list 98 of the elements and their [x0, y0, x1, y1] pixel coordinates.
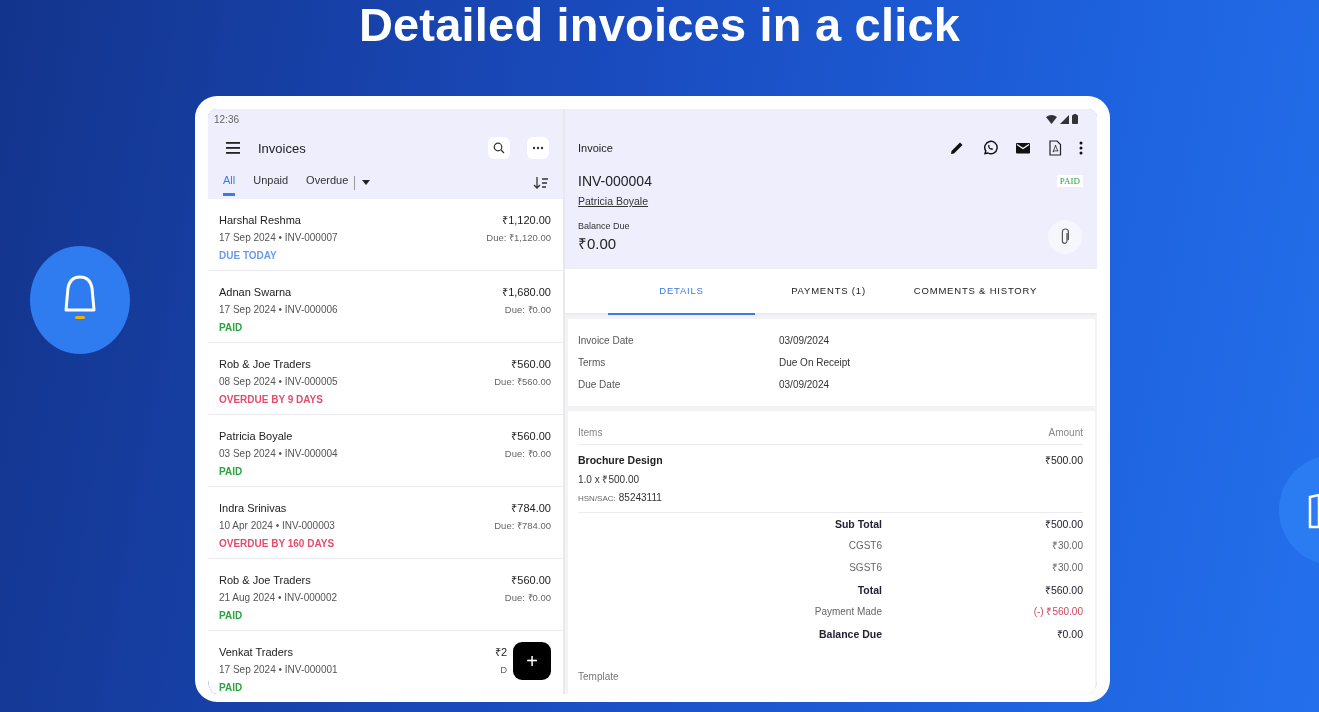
battery-icon — [1072, 114, 1078, 124]
template-label: Template — [578, 670, 620, 684]
invoice-amount: ₹560.00 — [510, 429, 551, 444]
invoice-meta: 03 Sep 2024 • INV-000004 — [219, 447, 338, 461]
total-label: CGST6 — [848, 539, 882, 553]
invoice-amount: ₹560.00 — [510, 573, 551, 588]
balance-amount: ₹0.00 — [578, 234, 618, 254]
status-label: DUE TODAY — [219, 249, 277, 263]
customer-link[interactable]: Patricia Boyale — [578, 193, 649, 209]
chat-bubble-icon[interactable] — [982, 140, 998, 156]
add-button[interactable]: + — [513, 642, 551, 680]
wifi-icon — [1046, 114, 1057, 124]
more-button[interactable] — [527, 137, 549, 159]
due-amount: Due: ₹0.00 — [503, 303, 551, 317]
field-label: Due Date — [578, 378, 622, 392]
total-label: Payment Made — [814, 605, 882, 619]
attach-button[interactable] — [1048, 220, 1082, 254]
invoice-row[interactable]: Adnan Swarna 17 Sep 2024 • INV-000006 PAID ₹1,680.00 Due: ₹0.00 — [208, 271, 563, 343]
filter-tab[interactable]: Overdue — [306, 167, 349, 199]
status-label: OVERDUE BY 160 DAYS — [219, 537, 335, 551]
status-label: PAID — [219, 609, 243, 623]
menu-icon[interactable] — [226, 141, 242, 155]
detail-tab[interactable]: PAYMENTS (1) — [755, 269, 902, 313]
field-label: Invoice Date — [578, 334, 635, 348]
mail-icon[interactable] — [1015, 140, 1031, 156]
panel-title: Invoices — [258, 140, 307, 156]
column-header: Items — [578, 426, 603, 440]
panel-title: Invoice — [578, 142, 614, 154]
column-header: Amount — [1048, 426, 1083, 440]
invoice-meta: 21 Aug 2024 • INV-000002 — [219, 591, 338, 605]
due-amount: Due: ₹784.00 — [494, 519, 551, 533]
invoice-row[interactable]: Patricia Boyale 03 Sep 2024 • INV-000004 PAID ₹560.00 Due: ₹0.00 — [208, 415, 563, 487]
status-label: PAID — [219, 321, 243, 335]
invoice-meta: 08 Sep 2024 • INV-000005 — [219, 375, 338, 389]
search-button[interactable] — [488, 137, 510, 159]
invoice-amount: ₹1,120.00 — [501, 213, 551, 228]
signal-icon — [1060, 114, 1069, 124]
invoice-meta: 10 Apr 2024 • INV-000003 — [219, 519, 335, 533]
status-label: PAID — [219, 681, 243, 694]
headline: Detailed invoices in a click — [357, 0, 962, 53]
invoice-row[interactable]: Rob & Joe Traders 08 Sep 2024 • INV-000005 OVERDUE BY 9 DAYS ₹560.00 Due: ₹560.00 — [208, 343, 563, 415]
balance-label: Balance Due — [578, 220, 630, 233]
invoice-row[interactable]: Harshal Reshma 17 Sep 2024 • INV-000007 DUE TODAY ₹1,120.00 Due: ₹1,120.00 — [208, 199, 563, 271]
due-amount: Due: ₹0.00 — [504, 591, 551, 605]
invoice-row[interactable]: Rob & Joe Traders 21 Aug 2024 • INV-000002 PAID ₹560.00 Due: ₹0.00 — [208, 559, 563, 631]
invoice-amount: ₹560.00 — [510, 357, 551, 372]
due-amount: D — [499, 663, 507, 677]
customer-name: Venkat Traders — [219, 645, 294, 660]
pencil-icon[interactable] — [949, 140, 965, 156]
total-value: ₹560.00 — [1043, 583, 1083, 598]
hsn-code: 85243111 — [618, 492, 662, 503]
total-value: (-) ₹560.00 — [1032, 605, 1083, 619]
total-value: ₹0.00 — [1055, 627, 1083, 642]
invoice-amount: ₹2 — [494, 645, 507, 660]
more-icon — [532, 146, 544, 150]
field-value: Due On Receipt — [779, 356, 851, 370]
caret-icon[interactable] — [361, 180, 372, 186]
status-label: PAID — [219, 465, 243, 479]
document-icon[interactable] — [1048, 140, 1062, 156]
more-vertical-icon[interactable] — [1079, 141, 1083, 155]
total-value: ₹500.00 — [1043, 517, 1083, 532]
invoice-meta: 17 Sep 2024 • INV-000006 — [219, 303, 338, 317]
invoice-number: INV-000004 — [578, 173, 652, 189]
field-label: Terms — [578, 356, 607, 370]
status-time: 12:36 — [214, 113, 240, 125]
customer-name: Rob & Joe Traders — [219, 357, 312, 372]
filter-tab[interactable]: Unpaid — [253, 167, 289, 199]
status-badge: PAID — [1056, 175, 1083, 187]
field-value: 03/09/2024 — [779, 334, 830, 348]
total-label: Total — [857, 583, 882, 598]
due-amount: Due: ₹1,120.00 — [486, 231, 551, 245]
due-amount: Due: ₹0.00 — [504, 447, 551, 461]
item-amount: ₹500.00 — [1044, 453, 1083, 468]
item-name: Brochure Design — [578, 453, 663, 468]
customer-name: Harshal Reshma — [219, 213, 302, 228]
total-value: ₹30.00 — [1050, 539, 1083, 553]
paperclip-icon — [1060, 228, 1070, 246]
total-value: ₹30.00 — [1050, 561, 1083, 575]
status-label: OVERDUE BY 9 DAYS — [219, 393, 323, 407]
detail-tab[interactable]: COMMENTS & HISTORY — [902, 269, 1049, 313]
invoice-meta: 17 Sep 2024 • INV-000001 — [219, 663, 338, 677]
customer-name: Patricia Boyale — [219, 429, 294, 444]
hsn-label: HSN/SAC: — [578, 494, 616, 503]
invoice-amount: ₹784.00 — [510, 501, 551, 516]
total-label: Sub Total — [834, 517, 882, 532]
sort-icon[interactable] — [533, 176, 549, 190]
search-icon — [493, 142, 505, 154]
customer-name: Indra Srinivas — [219, 501, 288, 516]
customer-name: Adnan Swarna — [219, 285, 293, 300]
due-amount: Due: ₹560.00 — [494, 375, 551, 389]
invoice-amount: ₹1,680.00 — [502, 285, 551, 300]
invoice-row[interactable]: Indra Srinivas 10 Apr 2024 • INV-000003 OVERDUE BY 160 DAYS ₹784.00 Due: ₹784.00 — [208, 487, 563, 559]
invoice-meta: 17 Sep 2024 • INV-000007 — [219, 231, 338, 245]
field-value: 03/09/2024 — [779, 378, 830, 392]
item-quantity: 1.0 x ₹500.00 — [578, 473, 641, 487]
customer-name: Rob & Joe Traders — [219, 573, 312, 588]
total-label: SGST6 — [849, 561, 882, 575]
total-label: Balance Due — [818, 627, 882, 642]
